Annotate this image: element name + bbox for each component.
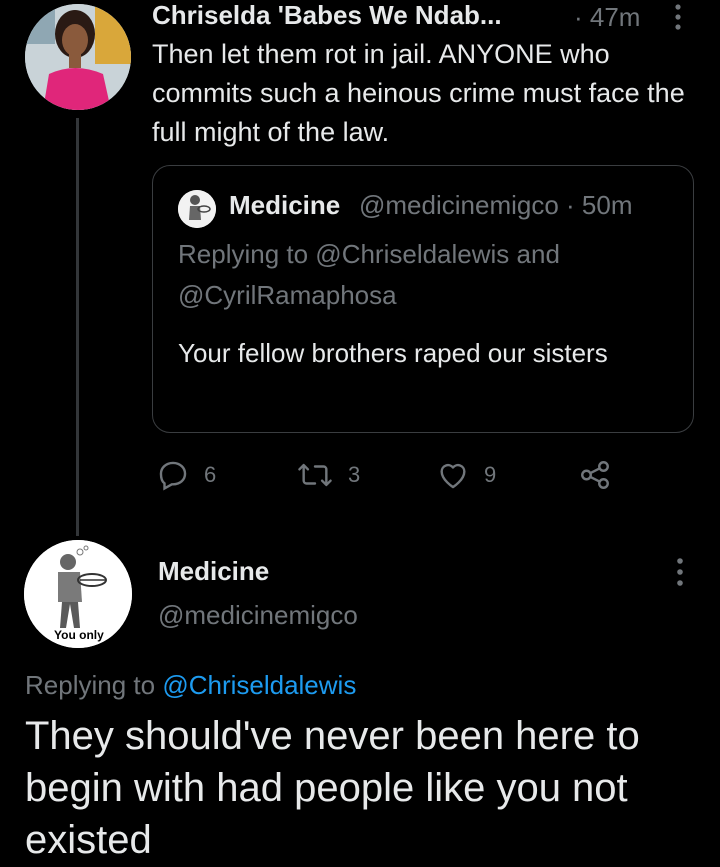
quoted-replying-line-1: Replying to @Chriseldalewis and bbox=[178, 239, 560, 269]
quoted-replying-line-2: @CyrilRamaphosa bbox=[178, 280, 397, 310]
share-icon bbox=[581, 461, 609, 489]
quoted-handle-time: @medicinemigco · 50m bbox=[359, 190, 633, 220]
tweet-actions: 6 3 9 bbox=[150, 452, 620, 498]
quoted-author-avatar bbox=[178, 190, 216, 228]
avatar-caption: You only bbox=[54, 628, 104, 642]
reply-author-name[interactable]: Medicine bbox=[158, 556, 269, 587]
retweet-count: 3 bbox=[348, 462, 361, 487]
heart-icon bbox=[440, 463, 466, 489]
retweet-button[interactable]: 3 bbox=[296, 452, 360, 498]
reply-author-avatar[interactable]: You only bbox=[24, 540, 132, 648]
thread-line bbox=[76, 118, 79, 536]
retweet-icon bbox=[298, 463, 332, 487]
reply-icon bbox=[159, 461, 187, 491]
share-button[interactable] bbox=[578, 452, 612, 498]
reply-count: 6 bbox=[204, 462, 217, 487]
reply-more-options-icon[interactable] bbox=[670, 555, 690, 589]
quoted-replying-to: Replying to @Chriseldalewis and @CyrilRa… bbox=[178, 234, 678, 316]
author-avatar[interactable] bbox=[25, 4, 131, 110]
author-name[interactable]: Chriselda 'Babes We Ndab... bbox=[152, 0, 502, 31]
replying-to: Replying to @Chriseldalewis bbox=[25, 670, 356, 701]
more-options-icon[interactable] bbox=[668, 2, 688, 32]
like-count: 9 bbox=[484, 462, 497, 487]
quoted-tweet[interactable]: Medicine @medicinemigco · 50m Replying t… bbox=[152, 165, 694, 433]
quoted-tweet-text: Your fellow brothers raped our sisters bbox=[178, 338, 608, 368]
replying-mention-link[interactable]: @Chriseldalewis bbox=[162, 670, 356, 700]
tweet-text: Then let them rot in jail. ANYONE who co… bbox=[152, 39, 685, 147]
like-button[interactable]: 9 bbox=[436, 452, 496, 498]
quoted-author-name: Medicine bbox=[229, 190, 341, 220]
tweet-time[interactable]: · 47m bbox=[574, 2, 640, 33]
reply-button[interactable]: 6 bbox=[156, 452, 216, 498]
reply-text: They should've never been here to begin … bbox=[25, 714, 640, 862]
reply-author-handle[interactable]: @medicinemigco bbox=[158, 600, 358, 631]
replying-prefix: Replying to bbox=[25, 670, 163, 700]
